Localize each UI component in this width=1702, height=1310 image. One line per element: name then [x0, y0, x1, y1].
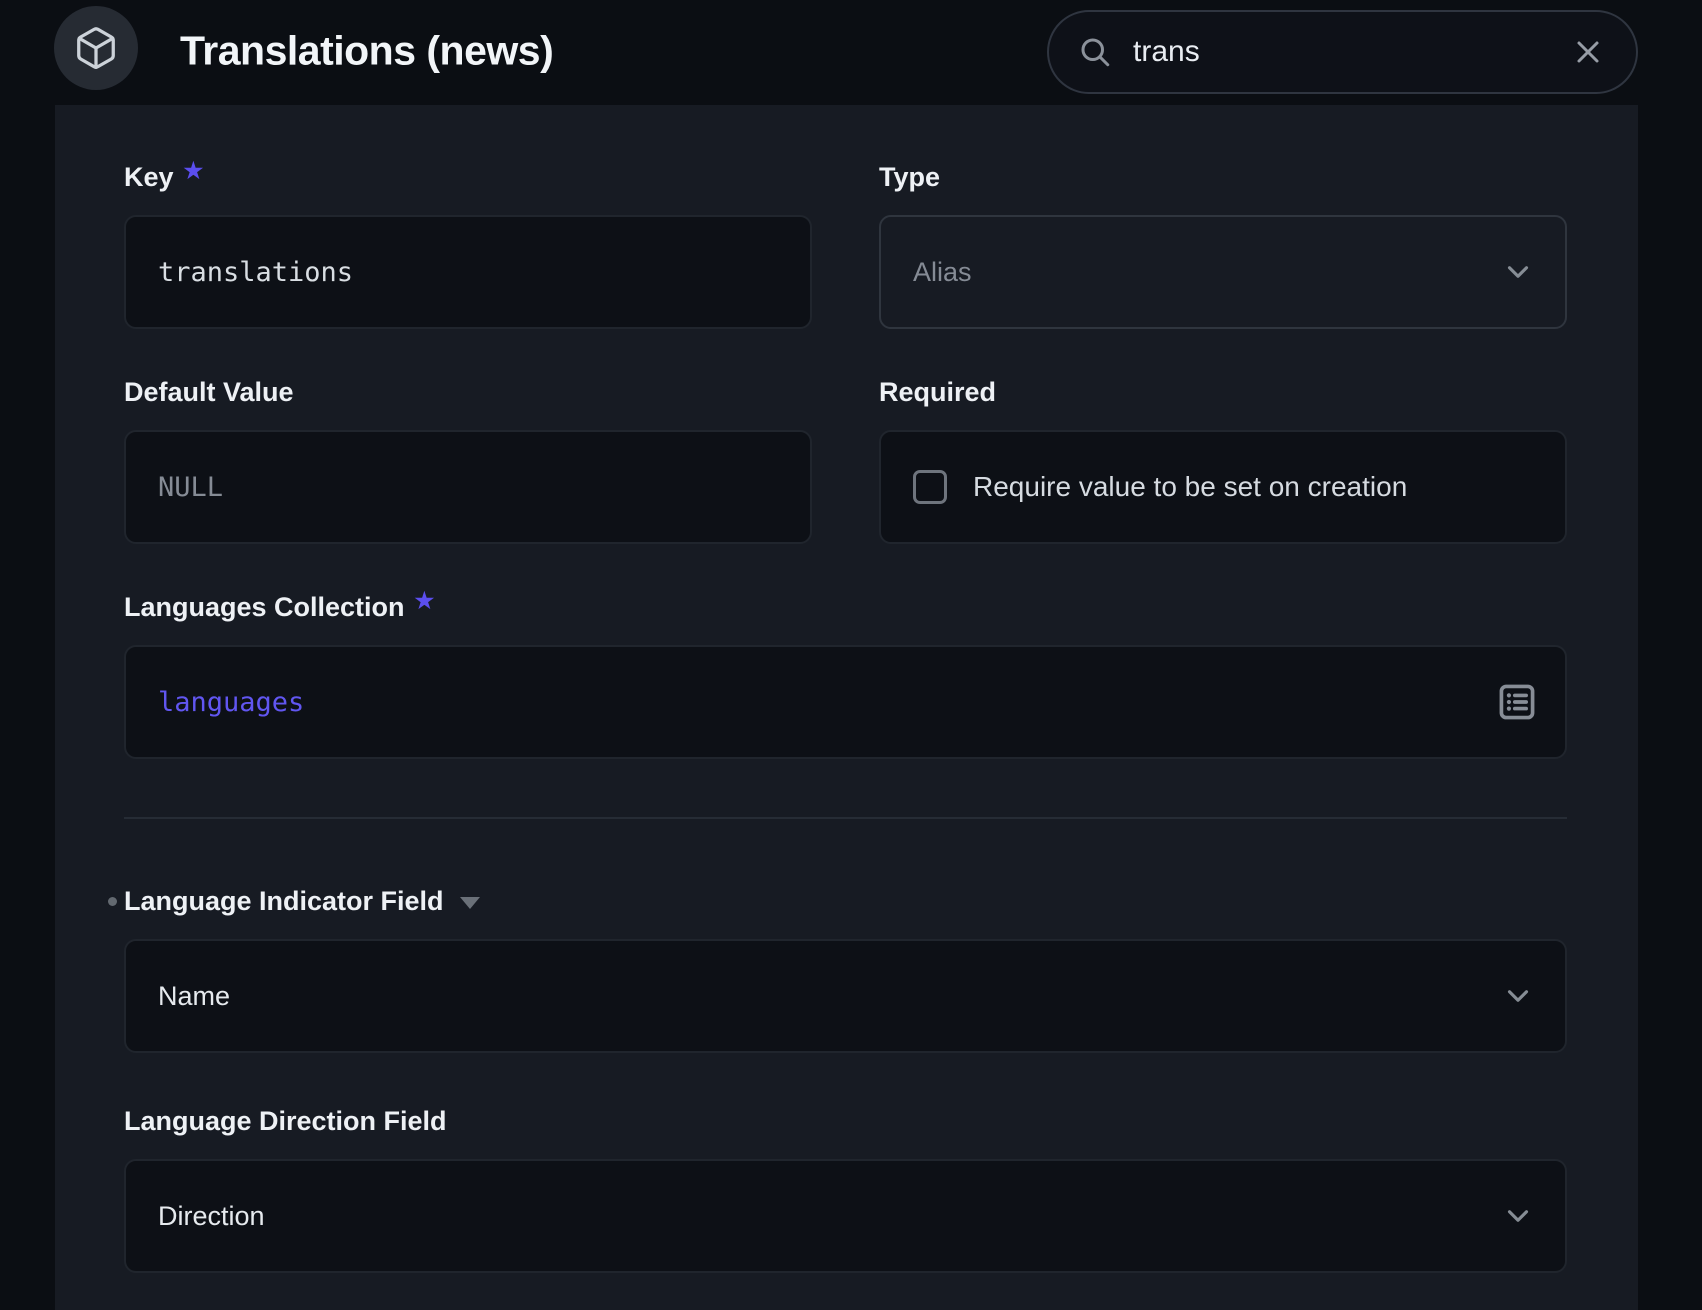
section-divider	[124, 817, 1567, 819]
required-star-icon: ★	[415, 585, 435, 617]
field-language-direction: Language Direction Field Direction	[124, 1105, 1567, 1273]
field-menu-arrow-icon[interactable]	[460, 897, 480, 909]
type-select[interactable]: Alias	[879, 215, 1567, 329]
field-default-value: Default Value NULL	[124, 376, 812, 544]
field-languages-collection: Languages Collection ★ languages	[124, 591, 1567, 759]
default-value-label: Default Value	[124, 376, 294, 408]
chevron-down-icon	[1501, 255, 1535, 289]
search-bar[interactable]	[1047, 10, 1638, 94]
field-required: Required Require value to be set on crea…	[879, 376, 1567, 544]
languages-collection-input[interactable]: languages	[124, 645, 1567, 759]
edited-dot-icon	[108, 897, 117, 906]
collection-list-icon[interactable]	[1495, 680, 1539, 724]
languages-collection-label: Languages Collection	[124, 591, 405, 623]
type-label: Type	[879, 161, 940, 193]
collection-icon-button[interactable]	[54, 6, 138, 90]
default-value-input[interactable]: NULL	[124, 430, 812, 544]
page-title: Translations (news)	[180, 27, 553, 74]
required-label: Required	[879, 376, 996, 408]
field-language-indicator: Language Indicator Field Name	[124, 885, 1567, 1053]
required-checkbox-row[interactable]: Require value to be set on creation	[879, 430, 1567, 544]
key-label: Key	[124, 161, 174, 193]
language-direction-select[interactable]: Direction	[124, 1159, 1567, 1273]
close-icon	[1570, 34, 1606, 70]
language-direction-label: Language Direction Field	[124, 1105, 447, 1137]
clear-search-button[interactable]	[1566, 30, 1610, 74]
field-key: Key ★ translations	[124, 161, 812, 329]
required-checkbox-label: Require value to be set on creation	[973, 471, 1407, 503]
language-direction-value: Direction	[158, 1201, 265, 1232]
language-indicator-label: Language Indicator Field	[124, 885, 444, 917]
default-value-placeholder: NULL	[158, 472, 223, 503]
field-type: Type Alias	[879, 161, 1567, 329]
search-icon	[1077, 34, 1113, 70]
key-input[interactable]: translations	[124, 215, 812, 329]
languages-collection-value: languages	[158, 687, 304, 718]
chevron-down-icon	[1501, 979, 1535, 1013]
language-indicator-value: Name	[158, 981, 230, 1012]
required-star-icon: ★	[184, 155, 204, 187]
type-value: Alias	[913, 257, 972, 288]
search-input[interactable]	[1133, 35, 1566, 69]
required-checkbox[interactable]	[913, 470, 947, 504]
drawer-header: Translations (news)	[0, 0, 1702, 105]
box-icon	[73, 25, 119, 71]
chevron-down-icon	[1501, 1199, 1535, 1233]
key-value: translations	[158, 257, 353, 288]
language-indicator-select[interactable]: Name	[124, 939, 1567, 1053]
field-settings-panel: Key ★ translations Type Alias	[55, 105, 1638, 1310]
